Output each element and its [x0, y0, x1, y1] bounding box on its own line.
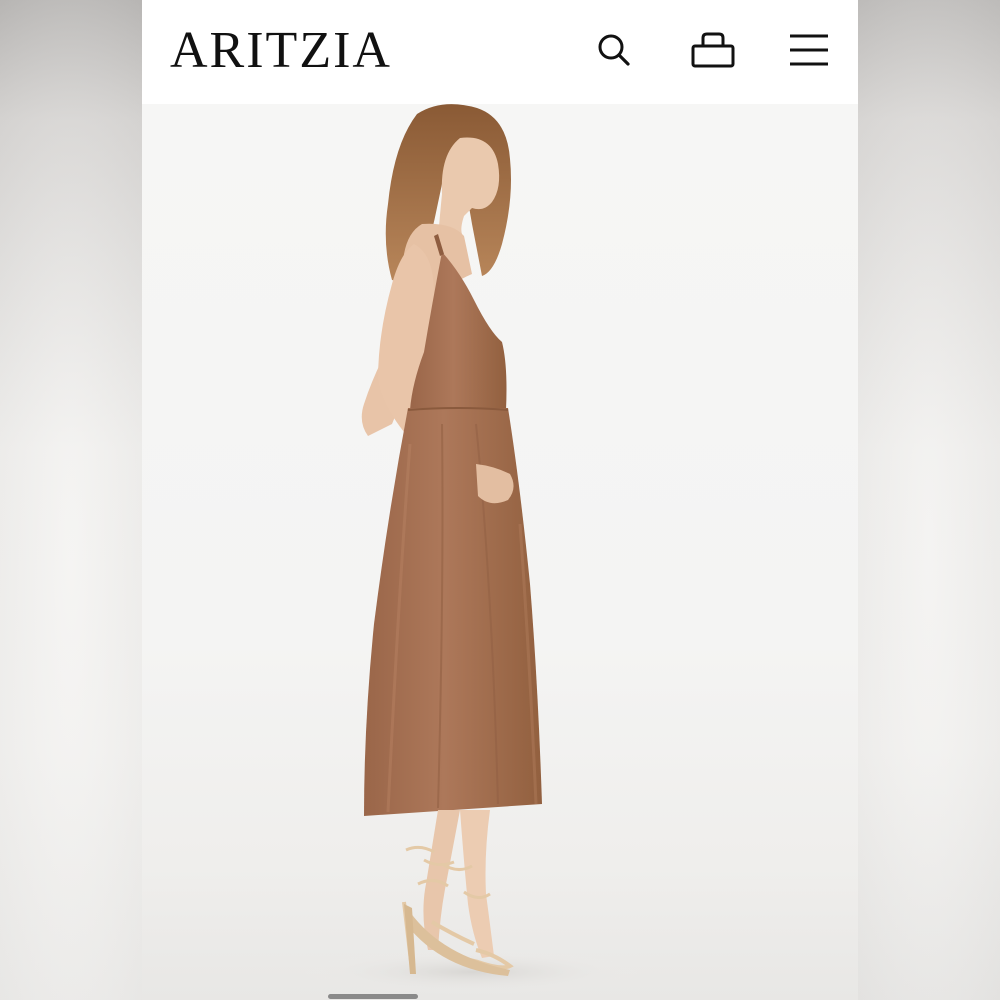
blurred-left-panel — [0, 0, 142, 1000]
product-photo[interactable] — [142, 104, 858, 1000]
search-icon[interactable] — [592, 28, 636, 72]
hamburger-menu-icon[interactable] — [787, 28, 831, 72]
brand-logo[interactable]: ARITZIA — [170, 22, 392, 80]
phone-screen: ARITZIA — [142, 0, 858, 1000]
floor-shadow — [302, 950, 642, 994]
shopping-bag-icon[interactable] — [691, 28, 735, 72]
scroll-indicator — [328, 994, 418, 999]
leg-front — [460, 810, 494, 958]
site-header: ARITZIA — [142, 0, 858, 104]
blurred-right-panel — [858, 0, 1000, 1000]
